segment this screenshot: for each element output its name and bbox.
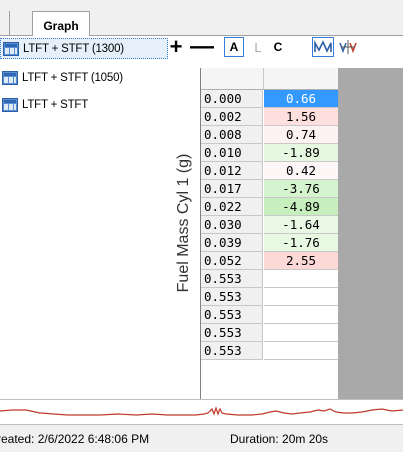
window-top-strip: [0, 0, 403, 11]
remove-button[interactable]: —: [190, 33, 214, 60]
timeline-waveform[interactable]: [0, 399, 403, 425]
row-header-cell: 0.002: [201, 108, 263, 126]
waveform-view-button[interactable]: [312, 37, 334, 57]
table-row: 0.553: [201, 288, 338, 306]
value-cell[interactable]: [264, 342, 338, 360]
row-header-cell: 0.553: [201, 342, 263, 360]
value-cell[interactable]: 1.56: [264, 108, 338, 126]
row-header-cell: 0.010: [201, 144, 263, 162]
graph-empty-area: [338, 68, 403, 399]
row-header-cell: 0.022: [201, 198, 263, 216]
value-cell[interactable]: 2.55: [264, 252, 338, 270]
mode-l-button[interactable]: L: [251, 37, 265, 57]
row-header-cell: 0.052: [201, 252, 263, 270]
value-cell[interactable]: [264, 324, 338, 342]
table-row: 0.010 -1.89: [201, 144, 338, 162]
value-cell[interactable]: -1.89: [264, 144, 338, 162]
row-header-cell: 0.012: [201, 162, 263, 180]
add-button[interactable]: +: [168, 34, 184, 59]
status-bar: reated: 2/6/2022 6:48:06 PM Duration: 20…: [0, 425, 403, 452]
fuel-trim-table: Fuel Mass Cyl 1 (g) 0.000 0.66 0.002 1.56 0.…: [167, 68, 403, 399]
y-axis-label-container: Fuel Mass Cyl 1 (g): [167, 68, 201, 399]
grid-header: [201, 68, 338, 90]
split-view-button[interactable]: [338, 37, 358, 57]
table-row: 0.008 0.74: [201, 126, 338, 144]
y-axis-label: Fuel Mass Cyl 1 (g): [175, 153, 192, 293]
table-row: 0.553: [201, 324, 338, 342]
row-header-cell: 0.030: [201, 216, 263, 234]
session-item-label: LTFT + STFT: [22, 98, 89, 111]
row-header-cell: 0.039: [201, 234, 263, 252]
value-cell[interactable]: 0.66: [264, 90, 338, 108]
grid-header-divider: [263, 68, 264, 90]
table-row: 0.553: [201, 306, 338, 324]
timeline-trace: [0, 406, 403, 416]
row-header-cell: 0.008: [201, 126, 263, 144]
table-row: 0.052 2.55: [201, 252, 338, 270]
row-header-cell: 0.000: [201, 90, 263, 108]
session-item-ltft-stft-1300[interactable]: LTFT + STFT (1300): [0, 38, 168, 59]
session-item-ltft-stft[interactable]: LTFT + STFT: [0, 94, 168, 115]
value-cell[interactable]: 0.74: [264, 126, 338, 144]
duration-text: Duration: 20m 20s: [230, 432, 329, 446]
table-row: 0.017 -3.76: [201, 180, 338, 198]
table-icon: [3, 41, 19, 56]
split-wave-icon: [339, 40, 357, 54]
value-grid: 0.000 0.66 0.002 1.56 0.008 0.74 0.010 -1.89 0.0…: [200, 68, 338, 399]
mode-a-button[interactable]: A: [224, 37, 244, 57]
value-cell[interactable]: -3.76: [264, 180, 338, 198]
session-item-label: LTFT + STFT (1300): [23, 42, 124, 55]
table-row: 0.000 0.66: [201, 90, 338, 108]
table-row: 0.030 -1.64: [201, 216, 338, 234]
table-row: 0.002 1.56: [201, 108, 338, 126]
created-timestamp: reated: 2/6/2022 6:48:06 PM: [0, 432, 150, 446]
value-cell[interactable]: [264, 306, 338, 324]
value-cell[interactable]: [264, 288, 338, 306]
table-row: 0.022 -4.89: [201, 198, 338, 216]
graph-panel: LTFT + STFT (1300) LTFT + STFT (1050) LT…: [0, 33, 403, 399]
table-row: 0.039 -1.76: [201, 234, 338, 252]
table-row: 0.012 0.42: [201, 162, 338, 180]
row-header-cell: 0.553: [201, 324, 263, 342]
mode-c-button[interactable]: C: [271, 37, 285, 57]
table-icon: [2, 97, 18, 112]
table-icon: [2, 70, 18, 85]
graph-toolbar: + — A L C: [168, 33, 403, 60]
value-cell[interactable]: 0.42: [264, 162, 338, 180]
row-header-cell: 0.553: [201, 306, 263, 324]
table-row: 0.553: [201, 270, 338, 288]
value-cell[interactable]: -4.89: [264, 198, 338, 216]
row-header-cell: 0.553: [201, 288, 263, 306]
tab-graph[interactable]: Graph: [32, 11, 90, 37]
session-item-label: LTFT + STFT (1050): [22, 71, 123, 84]
waveform-icon: [314, 40, 332, 53]
value-cell[interactable]: [264, 270, 338, 288]
value-cell[interactable]: -1.76: [264, 234, 338, 252]
tab-bar-edge: [0, 11, 10, 36]
table-row: 0.553: [201, 342, 338, 360]
value-cell[interactable]: -1.64: [264, 216, 338, 234]
row-header-cell: 0.017: [201, 180, 263, 198]
session-item-ltft-stft-1050[interactable]: LTFT + STFT (1050): [0, 67, 168, 88]
row-header-cell: 0.553: [201, 270, 263, 288]
